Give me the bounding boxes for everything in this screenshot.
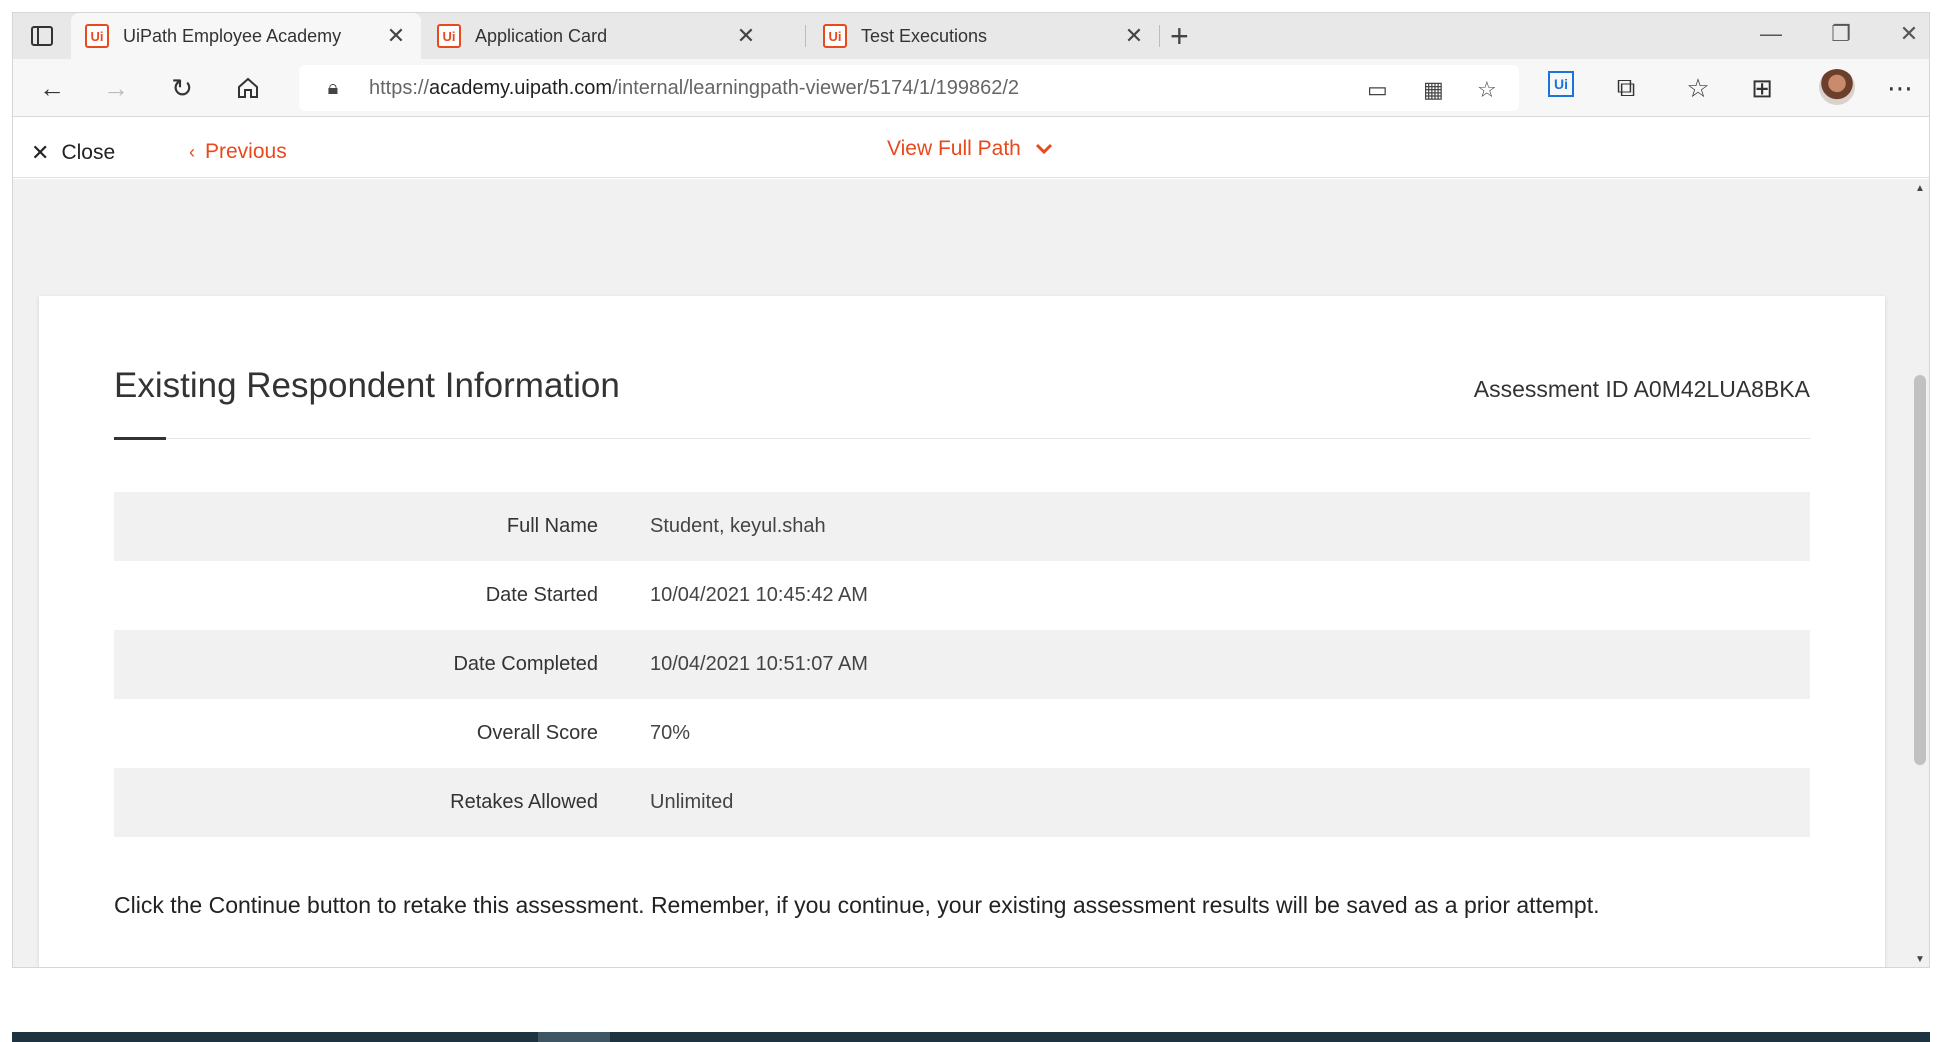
refresh-icon: ↻ bbox=[171, 72, 193, 103]
row-value: Student, keyul.shah bbox=[650, 515, 826, 537]
row-label: Retakes Allowed bbox=[450, 791, 598, 813]
title-underline bbox=[114, 437, 166, 440]
puzzle-icon: ⧉ bbox=[1616, 72, 1636, 102]
scroll-down-icon[interactable]: ▼ bbox=[1915, 954, 1925, 965]
row-label: Date Completed bbox=[453, 653, 598, 675]
close-button[interactable]: ✕ Close bbox=[31, 140, 115, 166]
favorites-button[interactable]: ☆ bbox=[1679, 69, 1717, 107]
refresh-button[interactable]: ↻ bbox=[163, 69, 201, 107]
back-button[interactable]: ← bbox=[33, 69, 71, 107]
title-divider bbox=[114, 438, 1810, 439]
maximize-button[interactable]: ❐ bbox=[1821, 21, 1861, 47]
browser-window: Ui UiPath Employee Academy ✕ Ui Applicat… bbox=[12, 12, 1930, 968]
url-text[interactable]: https://academy.uipath.com/internal/lear… bbox=[369, 77, 1019, 100]
tab-title: Test Executions bbox=[861, 25, 988, 46]
retake-instructions: Click the Continue button to retake this… bbox=[114, 892, 1600, 918]
lock-icon[interactable]: 🔒︎ bbox=[313, 77, 353, 100]
learning-path-nav: ✕ Close ‹ Previous View Full Path bbox=[13, 118, 1929, 178]
add-favorite-icon[interactable]: ☆ bbox=[1477, 77, 1497, 103]
uipath-favicon-icon: Ui bbox=[823, 24, 847, 48]
previous-label: Previous bbox=[205, 140, 287, 163]
home-icon bbox=[238, 77, 258, 98]
tab-title: Application Card bbox=[475, 25, 608, 46]
close-label: Close bbox=[61, 141, 116, 164]
tab-test-executions[interactable]: Ui Test Executions ✕ bbox=[809, 13, 1159, 59]
new-tab-button[interactable]: + bbox=[1170, 20, 1189, 52]
collections-button[interactable]: ⊞ bbox=[1743, 69, 1781, 107]
close-tab-icon[interactable]: ✕ bbox=[385, 23, 407, 49]
plus-icon: + bbox=[1170, 18, 1189, 54]
row-label: Overall Score bbox=[476, 722, 598, 744]
taskbar-active-item[interactable] bbox=[538, 1032, 610, 1042]
chevron-down-icon bbox=[1035, 143, 1052, 155]
page-scrollbar[interactable]: ▲ ▼ bbox=[1911, 179, 1929, 967]
url-path: /internal/learningpath-viewer/5174/1/199… bbox=[612, 76, 1020, 99]
url-scheme: https:// bbox=[369, 76, 430, 99]
table-row: Overall Score 70% bbox=[114, 699, 1810, 768]
tab-title: UiPath Employee Academy bbox=[123, 25, 342, 46]
table-row: Retakes Allowed Unlimited bbox=[114, 768, 1810, 837]
tab-actions-button[interactable] bbox=[27, 23, 57, 49]
uipath-extension-button[interactable]: Ui bbox=[1548, 71, 1574, 97]
table-row: Date Completed 10/04/2021 10:51:07 AM bbox=[114, 630, 1810, 699]
profile-avatar[interactable] bbox=[1819, 69, 1855, 105]
tab-separator bbox=[805, 25, 806, 47]
scroll-up-icon[interactable]: ▲ bbox=[1915, 183, 1925, 194]
forward-arrow-icon: → bbox=[103, 72, 129, 103]
collections-icon: ⊞ bbox=[1751, 72, 1773, 103]
row-value: 10/04/2021 10:51:07 AM bbox=[650, 653, 868, 675]
assessment-id-value: A0M42LUA8BKA bbox=[1633, 376, 1810, 402]
more-icon: ⋯ bbox=[1887, 72, 1913, 103]
home-button[interactable] bbox=[229, 69, 267, 107]
row-value: 10/04/2021 10:45:42 AM bbox=[650, 584, 868, 606]
minimize-icon: — bbox=[1760, 21, 1782, 46]
tab-uipath-academy[interactable]: Ui UiPath Employee Academy ✕ bbox=[71, 13, 421, 59]
tab-separator bbox=[1159, 25, 1160, 47]
respondent-info-card: Existing Respondent Information Assessme… bbox=[39, 296, 1885, 967]
table-row: Full Name Student, keyul.shah bbox=[114, 492, 1810, 561]
view-full-path-label: View Full Path bbox=[887, 137, 1021, 160]
assessment-id-label: Assessment ID bbox=[1473, 376, 1629, 402]
app-available-icon[interactable]: ▭ bbox=[1367, 77, 1388, 103]
qr-code-icon[interactable]: ▦ bbox=[1423, 77, 1444, 103]
previous-button[interactable]: ‹ Previous bbox=[189, 140, 287, 164]
settings-more-button[interactable]: ⋯ bbox=[1881, 69, 1919, 107]
tab-actions-icon bbox=[31, 26, 53, 46]
favorites-icon: ☆ bbox=[1686, 72, 1710, 103]
row-label: Full Name bbox=[506, 515, 598, 537]
url-host: academy.uipath.com bbox=[429, 76, 613, 99]
close-window-button[interactable]: ✕ bbox=[1889, 21, 1929, 47]
os-taskbar bbox=[12, 1032, 1930, 1042]
uipath-favicon-icon: Ui bbox=[85, 24, 109, 48]
back-arrow-icon: ← bbox=[39, 72, 65, 103]
view-full-path-button[interactable]: View Full Path bbox=[887, 137, 1053, 161]
close-icon: ✕ bbox=[1899, 21, 1919, 46]
extensions-button[interactable]: ⧉ bbox=[1607, 69, 1645, 107]
scrollbar-thumb[interactable] bbox=[1914, 375, 1926, 765]
uipath-favicon-icon: Ui bbox=[437, 24, 461, 48]
close-tab-icon[interactable]: ✕ bbox=[1123, 23, 1145, 49]
restore-icon: ❐ bbox=[1831, 21, 1851, 46]
row-value: 70% bbox=[650, 722, 691, 744]
row-value: Unlimited bbox=[650, 791, 734, 813]
close-icon: ✕ bbox=[31, 140, 50, 165]
address-bar[interactable]: 🔒︎ https://academy.uipath.com/internal/l… bbox=[299, 65, 1519, 111]
tab-application-card[interactable]: Ui Application Card ✕ bbox=[423, 13, 771, 59]
forward-button[interactable]: → bbox=[97, 69, 135, 107]
row-label: Date Started bbox=[485, 584, 598, 606]
browser-toolbar: ← → ↻ 🔒︎ https://academy.uipath.com/inte… bbox=[13, 59, 1929, 117]
info-table: Full Name Student, keyul.shah Date Start… bbox=[114, 492, 1810, 837]
table-row: Date Started 10/04/2021 10:45:42 AM bbox=[114, 561, 1810, 630]
minimize-button[interactable]: — bbox=[1751, 21, 1791, 47]
assessment-id: Assessment ID A0M42LUA8BKA bbox=[1474, 376, 1810, 403]
content-viewport: Existing Respondent Information Assessme… bbox=[13, 179, 1913, 967]
page-title: Existing Respondent Information bbox=[114, 366, 620, 405]
tab-bar: Ui UiPath Employee Academy ✕ Ui Applicat… bbox=[13, 13, 1929, 59]
close-tab-icon[interactable]: ✕ bbox=[735, 23, 757, 49]
chevron-left-icon: ‹ bbox=[189, 141, 195, 162]
